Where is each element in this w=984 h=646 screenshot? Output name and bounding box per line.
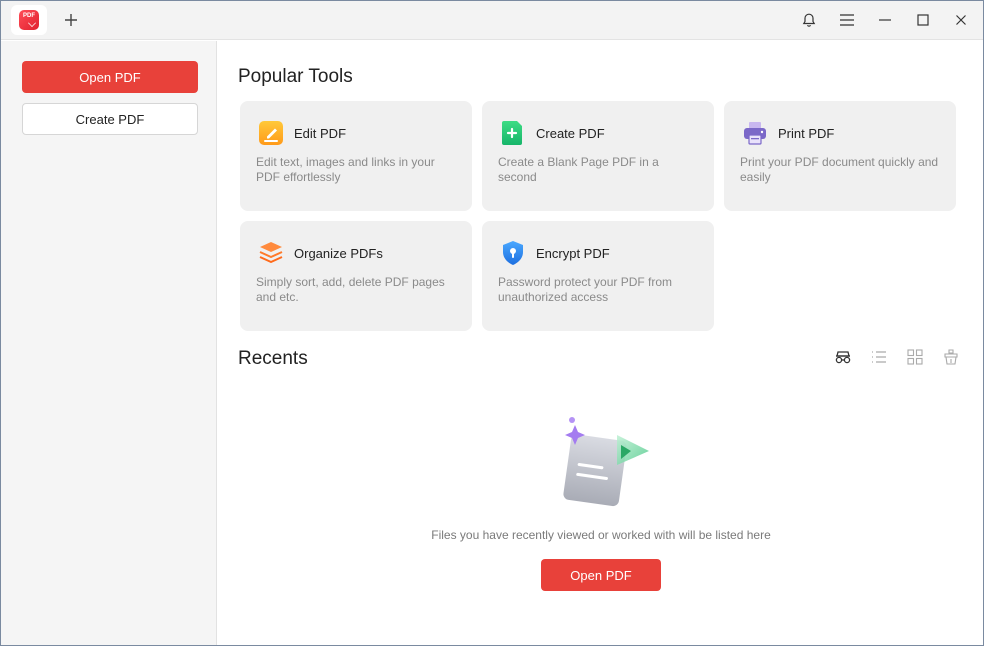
bell-icon: [802, 13, 816, 27]
printer-icon: [744, 122, 766, 145]
list-view-icon: [872, 351, 886, 363]
tool-card-encrypt-pdf[interactable]: Encrypt PDF Password protect your PDF fr…: [482, 221, 714, 331]
tool-title: Print PDF: [778, 126, 835, 141]
tool-title: Encrypt PDF: [536, 246, 610, 261]
recents-title: Recents: [238, 348, 308, 369]
sidebar: Open PDF Create PDF: [1, 41, 217, 645]
grid-view-button[interactable]: [905, 347, 925, 367]
sidebar-create-pdf-button[interactable]: Create PDF: [22, 103, 198, 135]
tool-card-create-pdf[interactable]: Create PDF Create a Blank Page PDF in a …: [482, 101, 714, 211]
grid-view-icon: [907, 349, 923, 365]
glasses-icon: [835, 351, 851, 364]
close-icon: [956, 15, 966, 25]
maximize-button[interactable]: [909, 7, 937, 33]
title-bar: PDF: [1, 1, 983, 40]
app-tab[interactable]: PDF: [11, 5, 47, 35]
notifications-button[interactable]: [795, 7, 823, 33]
tool-description: Edit text, images and links in your PDF …: [256, 155, 435, 184]
tool-description: Print your PDF document quickly and easi…: [740, 155, 939, 184]
app-window: PDF Open PDF Create PDF Popular Tools Ed…: [0, 0, 984, 646]
tool-title: Edit PDF: [294, 126, 347, 141]
tool-title: Create PDF: [536, 126, 605, 141]
tool-card-organize-pdfs[interactable]: Organize PDFs Simply sort, add, delete P…: [240, 221, 472, 331]
layers-icon: [259, 242, 283, 263]
empty-recents-illustration: [563, 417, 649, 507]
tool-title: Organize PDFs: [294, 246, 383, 261]
empty-recents-message: Files you have recently viewed or worked…: [431, 528, 771, 542]
privacy-view-button[interactable]: [833, 347, 853, 367]
sidebar-open-pdf-button[interactable]: Open PDF: [22, 61, 198, 93]
main-open-pdf-button[interactable]: Open PDF: [541, 559, 661, 591]
popular-tools-title: Popular Tools: [238, 66, 353, 87]
close-button[interactable]: [947, 7, 975, 33]
tool-card-edit-pdf[interactable]: Edit PDF Edit text, images and links in …: [240, 101, 472, 211]
minimize-icon: [879, 19, 891, 21]
tool-description: Simply sort, add, delete PDF pages and e…: [256, 275, 445, 304]
shield-lock-icon: [503, 241, 523, 265]
clear-recents-button[interactable]: [941, 347, 961, 367]
app-logo-icon: PDF: [19, 10, 39, 30]
menu-button[interactable]: [833, 7, 861, 33]
create-pdf-icon: [502, 121, 522, 145]
maximize-icon: [917, 14, 929, 26]
list-view-button[interactable]: [869, 347, 889, 367]
menu-icon: [840, 14, 854, 26]
minimize-button[interactable]: [871, 7, 899, 33]
tool-card-print-pdf[interactable]: Print PDF Print your PDF document quickl…: [724, 101, 956, 211]
tool-description: Create a Blank Page PDF in a second: [498, 155, 659, 184]
plus-icon: [65, 14, 77, 26]
clear-icon: [944, 349, 958, 365]
edit-pdf-icon: [259, 121, 283, 145]
tool-description: Password protect your PDF from unauthori…: [498, 275, 673, 304]
new-tab-button[interactable]: [59, 8, 83, 32]
